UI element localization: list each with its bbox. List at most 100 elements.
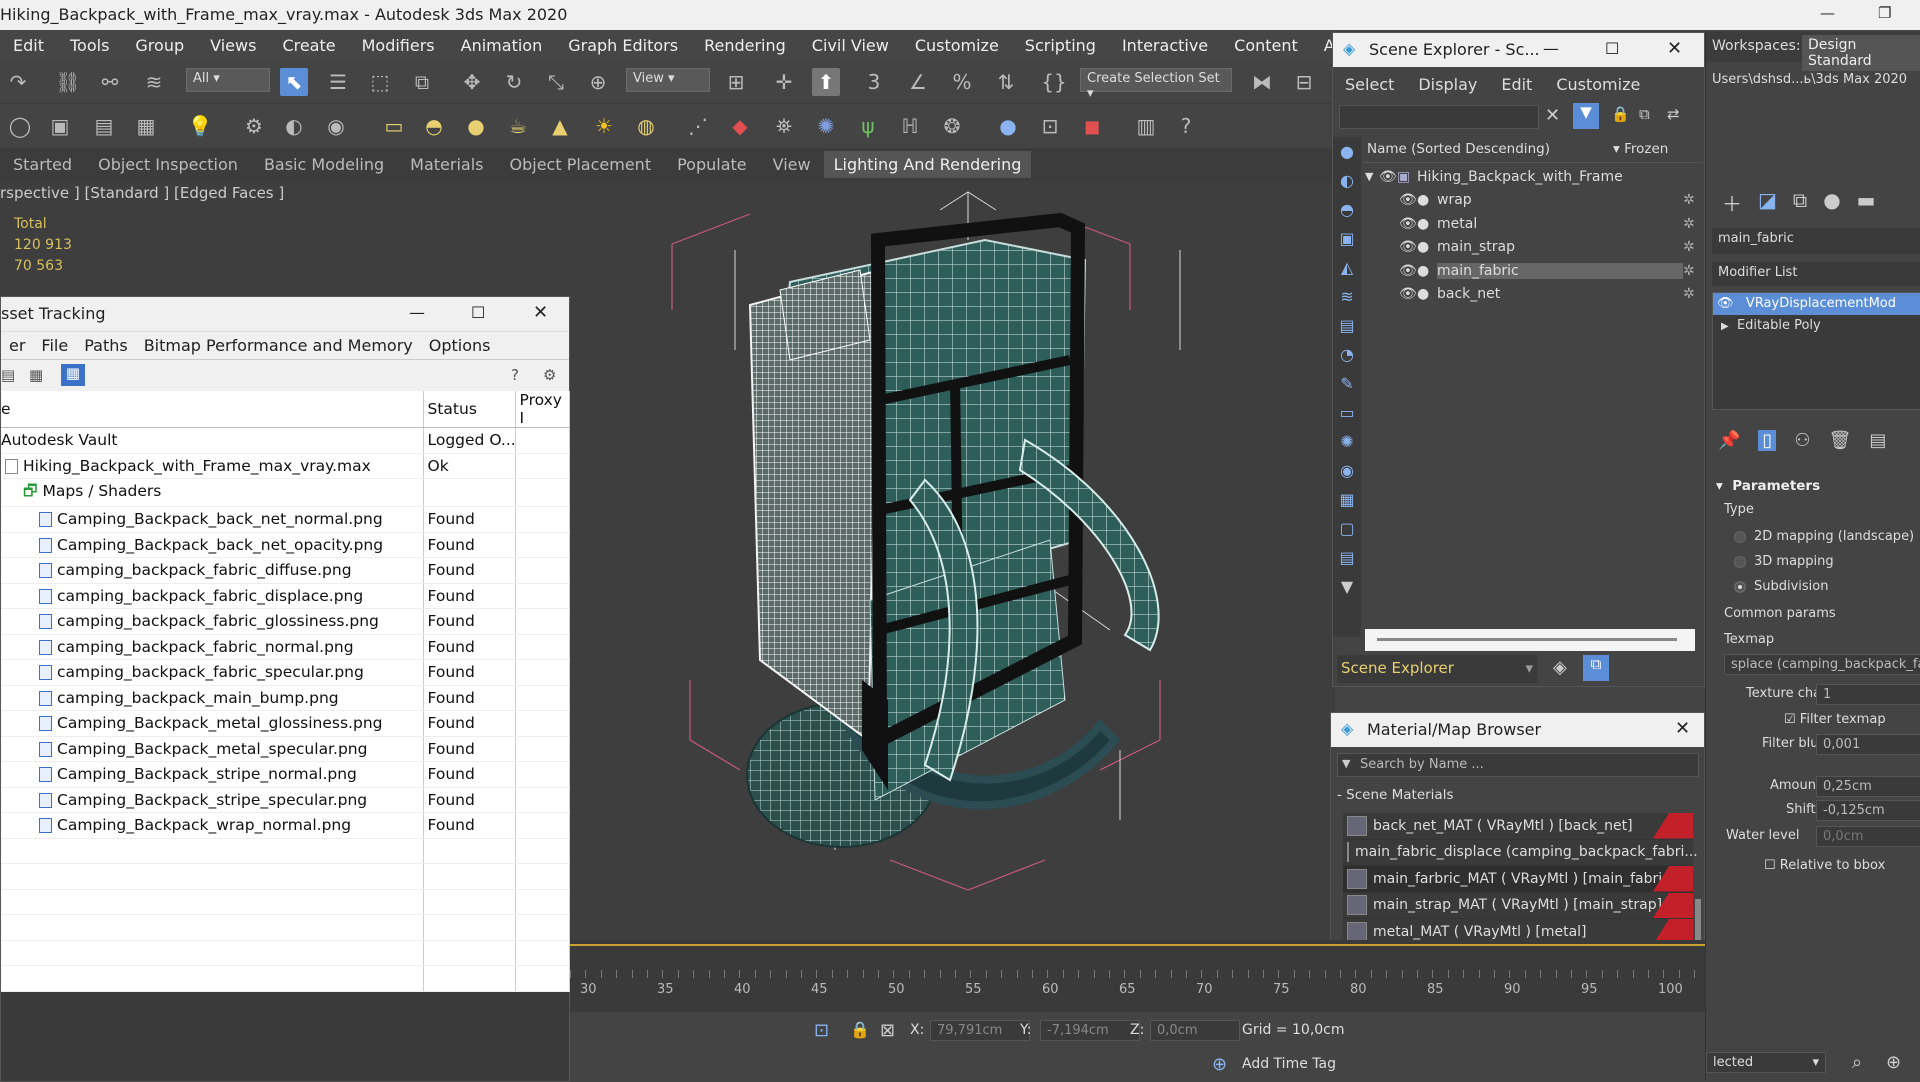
material-search-input[interactable]: ▼ Search by Name ... [1337, 753, 1699, 777]
scene-explorer-menu-item[interactable]: Select [1333, 75, 1406, 94]
particle-icon[interactable]: ✺ [812, 112, 840, 140]
table-row[interactable]: camping_backpack_fabric_glossiness.png Fo… [1, 608, 570, 635]
grid-icon[interactable]: ⋰ [684, 112, 712, 140]
eye-icon[interactable]: 👁 [1399, 216, 1417, 232]
table-row[interactable]: camping_backpack_fabric_displace.png Foun… [1, 583, 570, 609]
filter-texmap-checkbox[interactable]: ☑ Filter texmap [1784, 712, 1886, 727]
eye-icon[interactable]: 👁 [1399, 263, 1417, 279]
menu-item-civil-view[interactable]: Civil View [799, 36, 902, 55]
column-name[interactable]: e [1, 391, 424, 428]
table-row[interactable]: camping_backpack_fabric_normal.png Found [1, 634, 570, 660]
render-icon[interactable]: ⛯ [770, 112, 798, 140]
table-row[interactable]: Autodesk Vault Logged O... [1, 427, 570, 454]
radio-subdivision[interactable]: Subdivision [1734, 574, 1914, 599]
sync-selection-icon[interactable]: ⇄ [1667, 105, 1680, 123]
ribbon-tab-materials[interactable]: Materials [397, 155, 496, 174]
material-item[interactable]: main_farbric_MAT ( VRayMtl ) [main_fabri… [1343, 866, 1693, 893]
expand-icon[interactable]: ▶ [1721, 321, 1729, 332]
mirror-icon[interactable]: ⧓ [1248, 68, 1276, 96]
z-coordinate-input[interactable]: 0,0cm [1150, 1020, 1240, 1041]
scene-tree-item-back-net[interactable]: 👁 ● back_net ✲ [1363, 283, 1703, 307]
render-setup-icon[interactable]: ◆ [726, 112, 754, 140]
scene-explorer-search-input[interactable] [1339, 105, 1539, 129]
menu-item-content[interactable]: Content [1221, 36, 1311, 55]
time-tag-icon[interactable]: ⊕ [1212, 1054, 1227, 1075]
settings-icon[interactable]: ⚙ [543, 366, 556, 384]
selection-set-dropdown[interactable]: Create Selection Set ▾ [1080, 68, 1232, 101]
texture-channel-input[interactable]: 1 [1816, 684, 1920, 705]
detail-view-icon[interactable]: ▦ [61, 364, 85, 386]
scene-explorer-selector[interactable]: Scene Explorer ▾ [1337, 655, 1537, 683]
menu-item-graph-editors[interactable]: Graph Editors [555, 36, 691, 55]
scene-tree-item-main-strap[interactable]: 👁 ● main_strap ✲ [1363, 236, 1703, 260]
ribbon-tab-object-placement[interactable]: Object Placement [497, 155, 665, 174]
material-item[interactable]: main_fabric_displace (camping_backpack_f… [1343, 839, 1698, 866]
clear-search-icon[interactable]: ✕ [1545, 105, 1560, 126]
select-object-icon[interactable]: ⬉ [280, 68, 308, 96]
freeze-icon[interactable]: ✲ [1683, 216, 1703, 232]
layer-icon[interactable]: ▤ [90, 112, 118, 140]
scene-tree-root[interactable]: ▼ 👁 ▣ Hiking_Backpack_with_Frame [1363, 165, 1703, 189]
expand-icon[interactable]: ▼ [1365, 170, 1379, 183]
maximize-icon[interactable]: ☐ [1605, 39, 1619, 58]
ribbon-tab-object-inspection[interactable]: Object Inspection [85, 155, 251, 174]
modify-tab-icon[interactable]: ◪ [1758, 188, 1777, 217]
hair-icon[interactable]: ℍ [896, 112, 924, 140]
unlink-icon[interactable]: ⚯ [96, 68, 124, 96]
pivot-center-icon[interactable]: ⊞ [722, 68, 750, 96]
horizontal-scrollbar[interactable] [1365, 629, 1695, 651]
snap-3d-icon[interactable]: 3 [860, 68, 888, 96]
selection-region-icon[interactable]: ⬚ [366, 68, 394, 96]
selection-filter-dropdown[interactable]: All ▾ [186, 68, 270, 92]
lock-icon[interactable]: 🔒 [1611, 105, 1630, 123]
light-lister-icon[interactable]: 💡 [186, 112, 214, 140]
grass-icon[interactable]: ψ [854, 112, 882, 140]
scene-materials-group[interactable]: - Scene Materials [1337, 787, 1699, 809]
ribbon-toggle-icon[interactable]: ▦ [132, 112, 160, 140]
selection-filter-dropdown[interactable]: lected ▾ [1706, 1052, 1826, 1073]
material-editor-icon[interactable]: ◉ [322, 112, 350, 140]
menu-item-modifiers[interactable]: Modifiers [349, 36, 448, 55]
parameters-rollout[interactable]: ▾ Parameters [1716, 478, 1820, 494]
layer-explorer-icon[interactable]: ◈ [1553, 657, 1567, 678]
x-coordinate-input[interactable]: 79,791cm [930, 1020, 1030, 1041]
radio-2d-mapping[interactable]: 2D mapping (landscape) [1734, 524, 1914, 549]
asset-menu-item[interactable]: er [1, 336, 33, 355]
help-icon[interactable]: ? [511, 366, 519, 384]
add-time-tag-button[interactable]: Add Time Tag [1242, 1056, 1336, 1072]
select-by-name-icon[interactable]: ☰ [324, 68, 352, 96]
menu-item-create[interactable]: Create [269, 36, 348, 55]
amount-input[interactable]: 0,25cm [1816, 776, 1920, 797]
hierarchy-tab-icon[interactable]: ⧉ [1793, 188, 1807, 217]
dome-icon[interactable]: ◓ [420, 112, 448, 140]
y-coordinate-input[interactable]: -7,194cm [1040, 1020, 1140, 1041]
cone-icon[interactable]: ▲ [546, 112, 574, 140]
close-icon[interactable]: ✕ [1667, 38, 1682, 59]
timeline[interactable]: 30 35 40 45 50 55 60 65 70 75 80 85 90 95 100 [570, 940, 1705, 1012]
table-row[interactable]: camping_backpack_main_bump.png Found [1, 685, 570, 711]
render-frame-icon[interactable]: ▣ [46, 112, 74, 140]
list-view-icon[interactable]: ▤ [1, 366, 15, 384]
teapot-icon[interactable]: ☕ [504, 112, 532, 140]
percent-snap-icon[interactable]: % [948, 68, 976, 96]
plane-icon[interactable]: ▭ [380, 112, 408, 140]
track-view-icon[interactable]: ⚙ [240, 112, 268, 140]
freeze-icon[interactable]: ✲ [1683, 192, 1703, 208]
display-tab-icon[interactable]: ▬ [1857, 188, 1876, 217]
minimize-icon[interactable]: — [409, 303, 425, 322]
texmap-button[interactable]: splace (camping_backpack_fa [1724, 654, 1920, 675]
menu-item-animation[interactable]: Animation [448, 36, 556, 55]
ribbon-tab-basic-modeling[interactable]: Basic Modeling [251, 155, 397, 174]
help-icon[interactable]: ? [1172, 112, 1200, 140]
minimize-icon[interactable]: — [1543, 39, 1559, 58]
menu-item-tools[interactable]: Tools [57, 36, 122, 55]
omni-light-icon[interactable]: ◍ [632, 112, 660, 140]
sphere-icon[interactable]: ● [462, 112, 490, 140]
lasso-icon[interactable]: ◯ [6, 112, 34, 140]
table-row[interactable]: Camping_Backpack_wrap_normal.png Found [1, 812, 570, 839]
reference-coordinate-dropdown[interactable]: View ▾ [626, 68, 710, 92]
minimize-icon[interactable]: — [1820, 4, 1835, 22]
scene-tree-item-metal[interactable]: 👁 ● metal ✲ [1363, 212, 1703, 236]
make-unique-icon[interactable]: ⚇ [1794, 430, 1810, 451]
table-row[interactable]: Camping_Backpack_stripe_specular.png Foun… [1, 787, 570, 813]
